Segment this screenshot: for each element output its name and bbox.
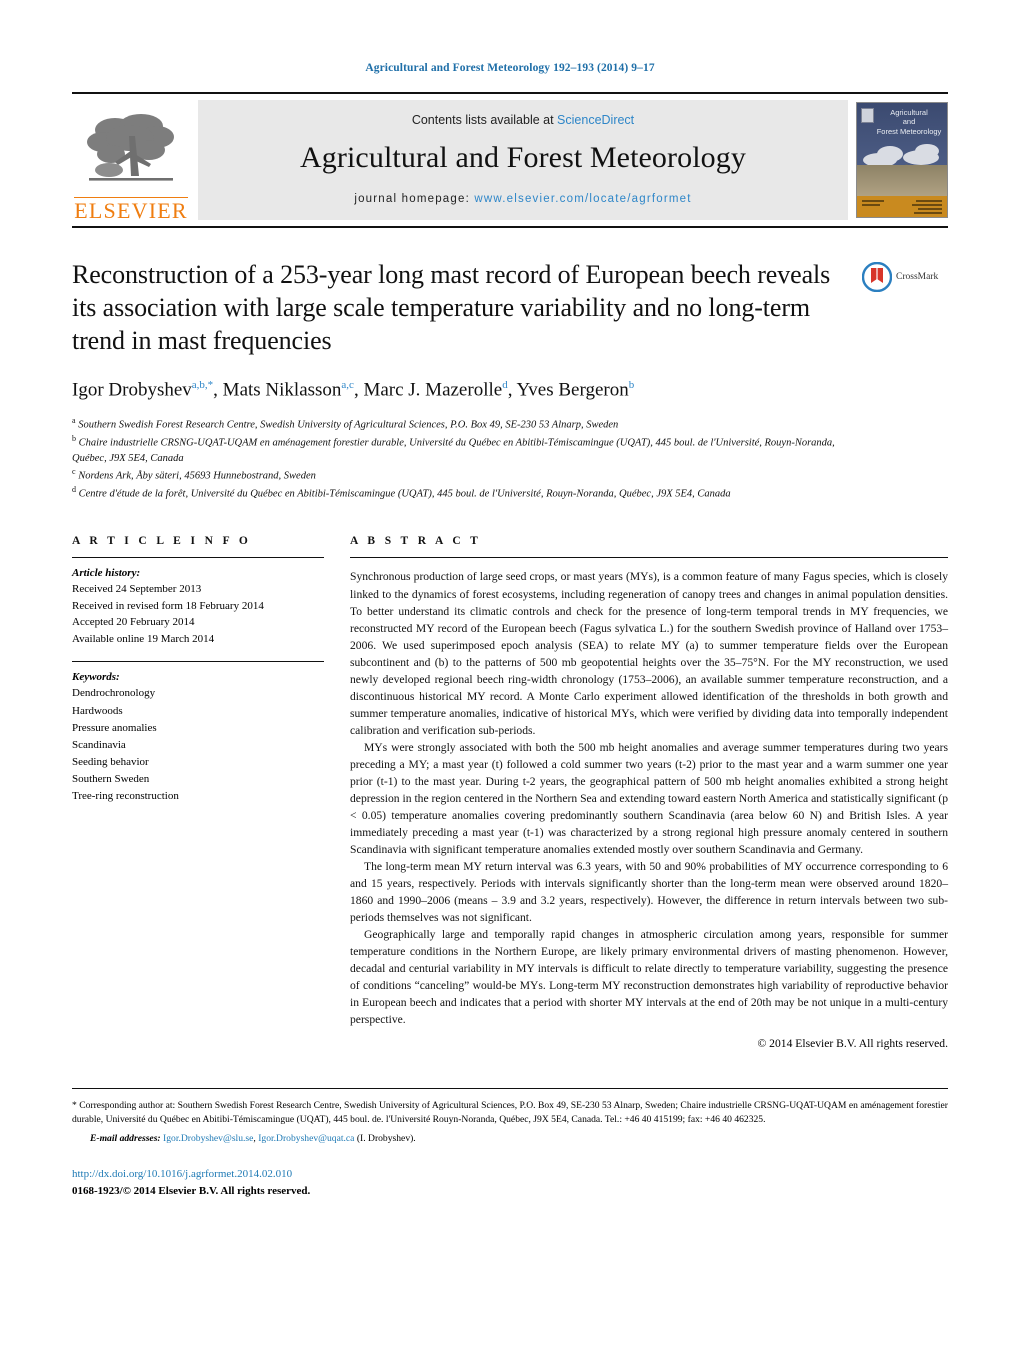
affiliation-item: c Nordens Ark, Åby säteri, 45693 Hunnebo… (72, 466, 844, 484)
affiliation-item: a Southern Swedish Forest Research Centr… (72, 415, 844, 433)
email-link-primary[interactable]: Igor.Drobyshev@slu.se (163, 1133, 253, 1144)
keyword-item: Seeding behavior (72, 755, 149, 768)
doi-block: http://dx.doi.org/10.1016/j.agrformet.20… (72, 1166, 948, 1199)
author-name[interactable]: Igor Drobyshev (72, 379, 192, 400)
affiliation-item: d Centre d'étude de la forêt, Université… (72, 484, 844, 502)
contents-line: Contents lists available at ScienceDirec… (412, 113, 634, 127)
author-name[interactable]: Mats Niklasson (223, 379, 342, 400)
abstract-paragraph: The long-term mean MY return interval wa… (350, 860, 948, 925)
divider (350, 557, 948, 559)
affiliation-text: Nordens Ark, Åby säteri, 45693 Hunnebost… (78, 470, 316, 482)
footer-divider (72, 1087, 948, 1089)
elsevier-tree-icon (87, 114, 174, 181)
journal-homepage-link[interactable]: www.elsevier.com/locate/agrformet (474, 193, 691, 205)
article-history-item: Accepted 20 February 2014 (72, 616, 195, 629)
cover-landscape (857, 164, 947, 197)
affiliation-text: Southern Swedish Forest Research Centre,… (78, 419, 619, 431)
sciencedirect-link[interactable]: ScienceDirect (557, 113, 634, 127)
info-abstract-columns: A R T I C L E I N F O Article history: R… (72, 535, 948, 1061)
affiliation-mark: b (72, 434, 76, 444)
affiliation-list: a Southern Swedish Forest Research Centr… (72, 415, 844, 501)
abstract-paragraph: Synchronous production of large seed cro… (350, 570, 948, 737)
title-block: Reconstruction of a 253-year long mast r… (72, 258, 948, 501)
article-history-item: Received 24 September 2013 (72, 583, 202, 596)
author-marks: d (502, 379, 508, 392)
article-info-heading: A R T I C L E I N F O (72, 535, 252, 548)
author-marks: a,b,* (191, 379, 214, 392)
journal-title: Agricultural and Forest Meteorology (300, 141, 746, 174)
affiliation-mark: a (72, 416, 76, 426)
affiliation-text: Centre d'étude de la forêt, Université d… (78, 488, 731, 500)
abstract-paragraph: Geographically large and temporally rapi… (350, 928, 948, 1027)
cover-title-line-2: and (902, 117, 916, 127)
journal-banner: Contents lists available at ScienceDirec… (198, 100, 848, 220)
keyword-item: Scandinavia (72, 738, 126, 751)
keyword-item: Pressure anomalies (72, 721, 157, 734)
cover-title: Agricultural and Forest Meteorology (857, 108, 947, 136)
article-history-item: Received in revised form 18 February 201… (72, 599, 264, 612)
author-list: Igor Drobysheva,b,*, Mats Niklassona,c, … (72, 379, 635, 401)
page-title: Reconstruction of a 253-year long mast r… (72, 260, 831, 356)
keywords-label: Keywords: (72, 671, 120, 684)
email-addresses-line: E-mail addresses: Igor.Drobyshev@slu.se,… (90, 1132, 416, 1144)
email-link-secondary[interactable]: Igor.Drobyshev@uqat.ca (258, 1133, 354, 1144)
email-suffix: (I. Drobyshev). (356, 1132, 416, 1144)
affiliation-mark: c (72, 467, 76, 477)
keyword-item: Hardwoods (72, 704, 123, 717)
crossmark-icon (862, 262, 892, 292)
keyword-item: Dendrochronology (72, 687, 156, 700)
journal-cover-thumbnail: Agricultural and Forest Meteorology (856, 102, 948, 218)
author-marks: a,c (341, 379, 354, 392)
cover-cloud-icon (915, 144, 939, 159)
journal-homepage-line: journal homepage: www.elsevier.com/locat… (354, 193, 691, 205)
email-label: E-mail addresses: (90, 1132, 161, 1144)
affiliation-mark: d (72, 484, 76, 494)
affiliation-text: Chaire industrielle CRSNG-UQAT-UQAM en a… (72, 437, 835, 464)
corresponding-author-note: * Corresponding author at: Southern Swed… (72, 1099, 948, 1126)
elsevier-wordmark: ELSEVIER (74, 197, 188, 223)
article-history-label: Article history: (72, 567, 141, 580)
divider (72, 661, 324, 663)
cover-title-line-1: Agricultural (890, 108, 928, 117)
cover-footer-band (857, 196, 947, 217)
abstract-copyright: © 2014 Elsevier B.V. All rights reserved… (757, 1037, 948, 1051)
affiliation-item: b Chaire industrielle CRSNG-UQAT-UQAM en… (72, 433, 844, 466)
article-info-column: A R T I C L E I N F O Article history: R… (72, 535, 350, 1061)
contents-prefix: Contents lists available at (411, 113, 558, 127)
elsevier-logo: ELSEVIER (72, 94, 190, 226)
crossmark-area: CrossMark (862, 258, 948, 501)
keyword-item: Tree-ring reconstruction (72, 789, 179, 802)
crossmark-badge[interactable]: CrossMark (862, 262, 938, 292)
article-first-page: Agricultural and Forest Meteorology 192–… (0, 0, 1020, 1351)
running-head: Agricultural and Forest Meteorology 192–… (365, 62, 655, 74)
issn-copyright-line: 0168-1923/© 2014 Elsevier B.V. All right… (72, 1184, 311, 1197)
author-marks: b (628, 379, 635, 392)
crossmark-label: CrossMark (896, 272, 939, 282)
doi-link[interactable]: http://dx.doi.org/10.1016/j.agrformet.20… (72, 1166, 948, 1183)
cover-title-line-3: Forest Meteorology (876, 126, 942, 136)
divider (72, 557, 324, 559)
author-name[interactable]: Marc J. Mazerolle (363, 379, 502, 400)
author-name[interactable]: Yves Bergeron (516, 379, 628, 400)
abstract-heading: A B S T R A C T (350, 535, 482, 548)
keyword-item: Southern Sweden (72, 772, 150, 785)
article-history-item: Available online 19 March 2014 (72, 632, 215, 645)
abstract-paragraph: MYs were strongly associated with both t… (350, 740, 948, 856)
abstract-column: A B S T R A C T Synchronous production o… (350, 535, 948, 1061)
journal-masthead: ELSEVIER Contents lists available at Sci… (72, 92, 948, 228)
homepage-prefix: journal homepage: (354, 193, 475, 205)
